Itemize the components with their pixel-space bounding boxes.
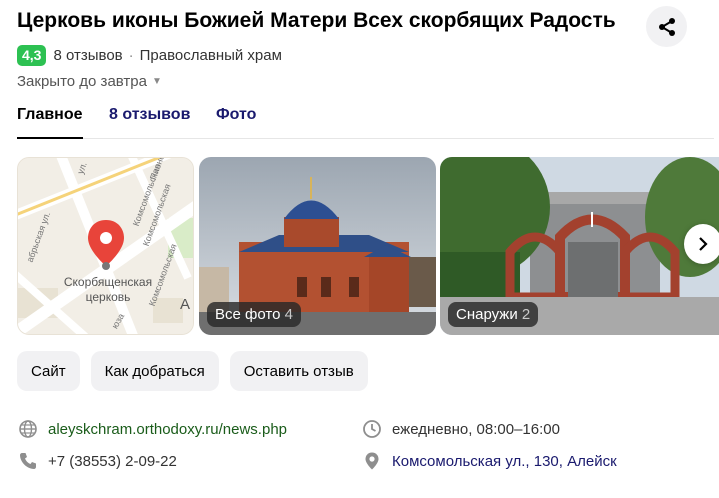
hours-status[interactable]: Закрыто до завтра ▼ — [17, 73, 162, 90]
tab-bar: Главное 8 отзывов Фото — [17, 104, 714, 139]
website-row: aleyskchram.orthodoxy.ru/news.php — [17, 418, 287, 440]
page-title: Церковь иконы Божией Матери Всех скорбящ… — [17, 9, 616, 32]
photo-label: Снаружи 2 — [448, 302, 539, 327]
location-pin-icon — [361, 450, 383, 472]
globe-icon — [17, 418, 39, 440]
share-button[interactable] — [646, 6, 687, 47]
meta-line: 4,3 8 отзывов · Православный храм — [17, 44, 282, 66]
website-link[interactable]: aleyskchram.orthodoxy.ru/news.php — [48, 421, 287, 438]
map-street-label: А — [180, 296, 191, 313]
photo-count: 4 — [284, 306, 293, 323]
action-buttons: Сайт Как добраться Оставить отзыв — [17, 351, 368, 391]
clock-icon — [361, 418, 383, 440]
tab-main[interactable]: Главное — [17, 104, 83, 139]
address-link[interactable]: Комсомольская ул., 130, Алейск — [392, 453, 617, 470]
rating-badge[interactable]: 4,3 — [17, 44, 47, 66]
tab-reviews[interactable]: 8 отзывов — [109, 104, 190, 137]
hours-row: ежедневно, 08:00–16:00 — [361, 418, 560, 440]
directions-button[interactable]: Как добраться — [90, 351, 219, 391]
phone-number[interactable]: +7 (38553) 2-09-22 — [48, 453, 177, 470]
leave-review-button[interactable]: Оставить отзыв — [229, 351, 368, 391]
phone-icon — [17, 450, 39, 472]
gallery-next-button[interactable] — [684, 224, 719, 264]
hours-status-text: Закрыто до завтра — [17, 73, 147, 90]
address-row: Комсомольская ул., 130, Алейск — [361, 450, 617, 472]
separator: · — [128, 46, 134, 64]
chevron-right-icon — [699, 237, 708, 251]
reviews-count[interactable]: 8 отзывов — [53, 47, 122, 64]
gallery: ул. Пионе Комсомольская Комсомольская Ко… — [17, 157, 719, 335]
website-button[interactable]: Сайт — [17, 351, 80, 391]
map-place-label: Скорбященская церковь — [63, 275, 153, 304]
map-thumbnail[interactable]: ул. Пионе Комсомольская Комсомольская Ко… — [17, 157, 194, 335]
category-label: Православный храм — [139, 46, 282, 64]
share-icon — [658, 17, 675, 36]
photo-all[interactable]: Все фото 4 — [199, 157, 436, 335]
caret-down-icon: ▼ — [151, 76, 162, 87]
tab-photos[interactable]: Фото — [216, 104, 256, 137]
working-hours[interactable]: ежедневно, 08:00–16:00 — [392, 421, 560, 438]
photo-count: 2 — [521, 306, 531, 323]
phone-row: +7 (38553) 2-09-22 — [17, 450, 177, 472]
photo-label: Все фото 4 — [207, 302, 301, 327]
photo-outside[interactable]: Снаружи 2 — [440, 157, 719, 335]
